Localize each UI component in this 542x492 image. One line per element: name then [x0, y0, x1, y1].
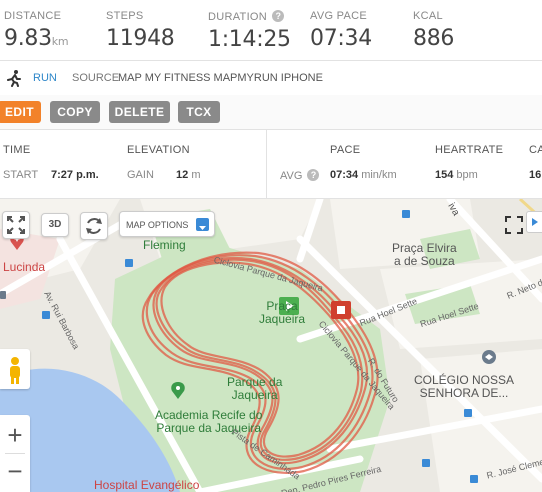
label-hospital: Hospital Evangélico — [94, 478, 200, 492]
fullscreen-button[interactable] — [500, 211, 528, 239]
stat-steps: STEPS 11948 — [106, 10, 175, 51]
stat-value: 07:34 — [310, 26, 372, 51]
rotate-map-button[interactable] — [80, 212, 108, 240]
label-colegio: COLÉGIO NOSSA SENHORA DE... — [414, 373, 515, 400]
time-header: TIME — [3, 144, 31, 156]
end-marker[interactable] — [331, 301, 351, 319]
stat-value: 1:14:25 — [208, 27, 291, 52]
school-pin-icon[interactable] — [482, 350, 496, 364]
rotate-icon — [86, 218, 102, 234]
cadence-header: CA — [529, 144, 542, 156]
edit-button[interactable]: EDIT — [0, 101, 41, 123]
help-icon[interactable]: ? — [272, 10, 285, 22]
fullscreen-icon — [505, 216, 523, 234]
stats-bar: DISTANCE 9.83km STEPS 11948 DURATION ? 1… — [0, 0, 542, 60]
delete-button[interactable]: DELETE — [109, 101, 170, 123]
heartrate-unit: bpm — [456, 169, 478, 181]
stat-value: 11948 — [106, 26, 175, 51]
stat-label: DURATION — [208, 11, 268, 23]
zoom-out-button[interactable]: − — [0, 455, 30, 487]
3d-label: 3D — [48, 219, 62, 230]
stat-label: STEPS — [106, 10, 144, 22]
stat-distance: DISTANCE 9.83km — [4, 10, 69, 51]
3d-toggle-button[interactable]: 3D — [41, 213, 69, 237]
chevron-right-icon — [532, 218, 538, 226]
gain-label: GAIN — [127, 169, 154, 181]
label-praca-elvira: Praça Elvira a de Souza — [392, 241, 457, 268]
activity-row: RUN SOURCE MAP MY FITNESS MAPMYRUN IPHON… — [0, 60, 542, 96]
help-icon[interactable]: ? — [307, 169, 320, 181]
stat-duration: DURATION ? 1:14:25 — [208, 10, 291, 52]
label-praca-jaqueira: Praça Jaqueira — [259, 299, 306, 326]
bus-stop-icon[interactable] — [402, 210, 410, 218]
action-bar: EDIT COPY DELETE TCX — [0, 95, 542, 130]
divider — [266, 130, 267, 198]
map-options-dropdown[interactable]: MAP OPTIONS — [119, 211, 215, 237]
pace-header: PACE — [330, 144, 361, 156]
start-value: 7:27 p.m. — [51, 169, 99, 181]
stat-label: DISTANCE — [4, 10, 62, 22]
bus-stop-icon[interactable] — [464, 409, 472, 417]
stat-avg-pace: AVG PACE 07:34 — [310, 10, 372, 51]
route-map[interactable]: Fleming Praça Elvira a de Souza Lucinda … — [0, 199, 542, 492]
street-view-pegman-button[interactable] — [0, 349, 30, 389]
chevron-down-icon — [196, 218, 209, 231]
cadence-value: 16 — [529, 169, 542, 181]
copy-button[interactable]: COPY — [50, 101, 100, 123]
stat-kcal: KCAL 886 — [413, 10, 454, 51]
stat-label: AVG PACE — [310, 10, 368, 22]
activity-type-link[interactable]: RUN — [33, 61, 57, 95]
stat-value: 9.83 — [4, 26, 52, 51]
tcx-button[interactable]: TCX — [178, 101, 220, 123]
panel-toggle-button[interactable] — [526, 211, 542, 233]
bus-stop-icon[interactable] — [422, 459, 430, 467]
source-label: SOURCE — [72, 72, 120, 84]
bus-stop-icon[interactable] — [470, 475, 478, 483]
label-fleming: Fleming — [143, 238, 186, 252]
avg-pace-unit: min/km — [361, 169, 397, 181]
metrics-panel: TIME START 7:27 p.m. ELEVATION GAIN 12 m… — [0, 130, 542, 199]
expand-map-button[interactable] — [2, 211, 30, 239]
poi-icon[interactable] — [0, 291, 6, 299]
stat-label: KCAL — [413, 10, 443, 22]
avg-pace-value: 07:34 — [330, 169, 359, 181]
stat-value: 886 — [413, 26, 455, 51]
expand-icon — [7, 216, 25, 234]
map-options-label: MAP OPTIONS — [126, 220, 189, 230]
pegman-icon — [10, 357, 20, 384]
divider — [5, 453, 25, 454]
gain-unit: m — [191, 169, 201, 181]
zoom-in-button[interactable]: + — [0, 419, 30, 451]
runner-icon — [7, 70, 21, 87]
source-value: MAP MY FITNESS MAPMYRUN IPHONE — [118, 72, 323, 84]
zoom-controls: + − — [0, 415, 30, 492]
label-academia: Academia Recife do Parque da Jaqueira — [155, 408, 263, 435]
start-label: START — [3, 169, 39, 181]
heartrate-value: 154 — [435, 169, 454, 181]
label-parque-jaqueira: Parque da Jaqueira — [227, 375, 283, 402]
avg-label: AVG — [280, 170, 303, 182]
elevation-header: ELEVATION — [127, 144, 190, 156]
label-lucinda: Lucinda — [3, 260, 46, 274]
heartrate-header: HEARTRATE — [435, 144, 504, 156]
gain-value: 12 — [176, 169, 189, 181]
bus-stop-icon[interactable] — [125, 259, 133, 267]
stat-unit: km — [51, 35, 69, 48]
